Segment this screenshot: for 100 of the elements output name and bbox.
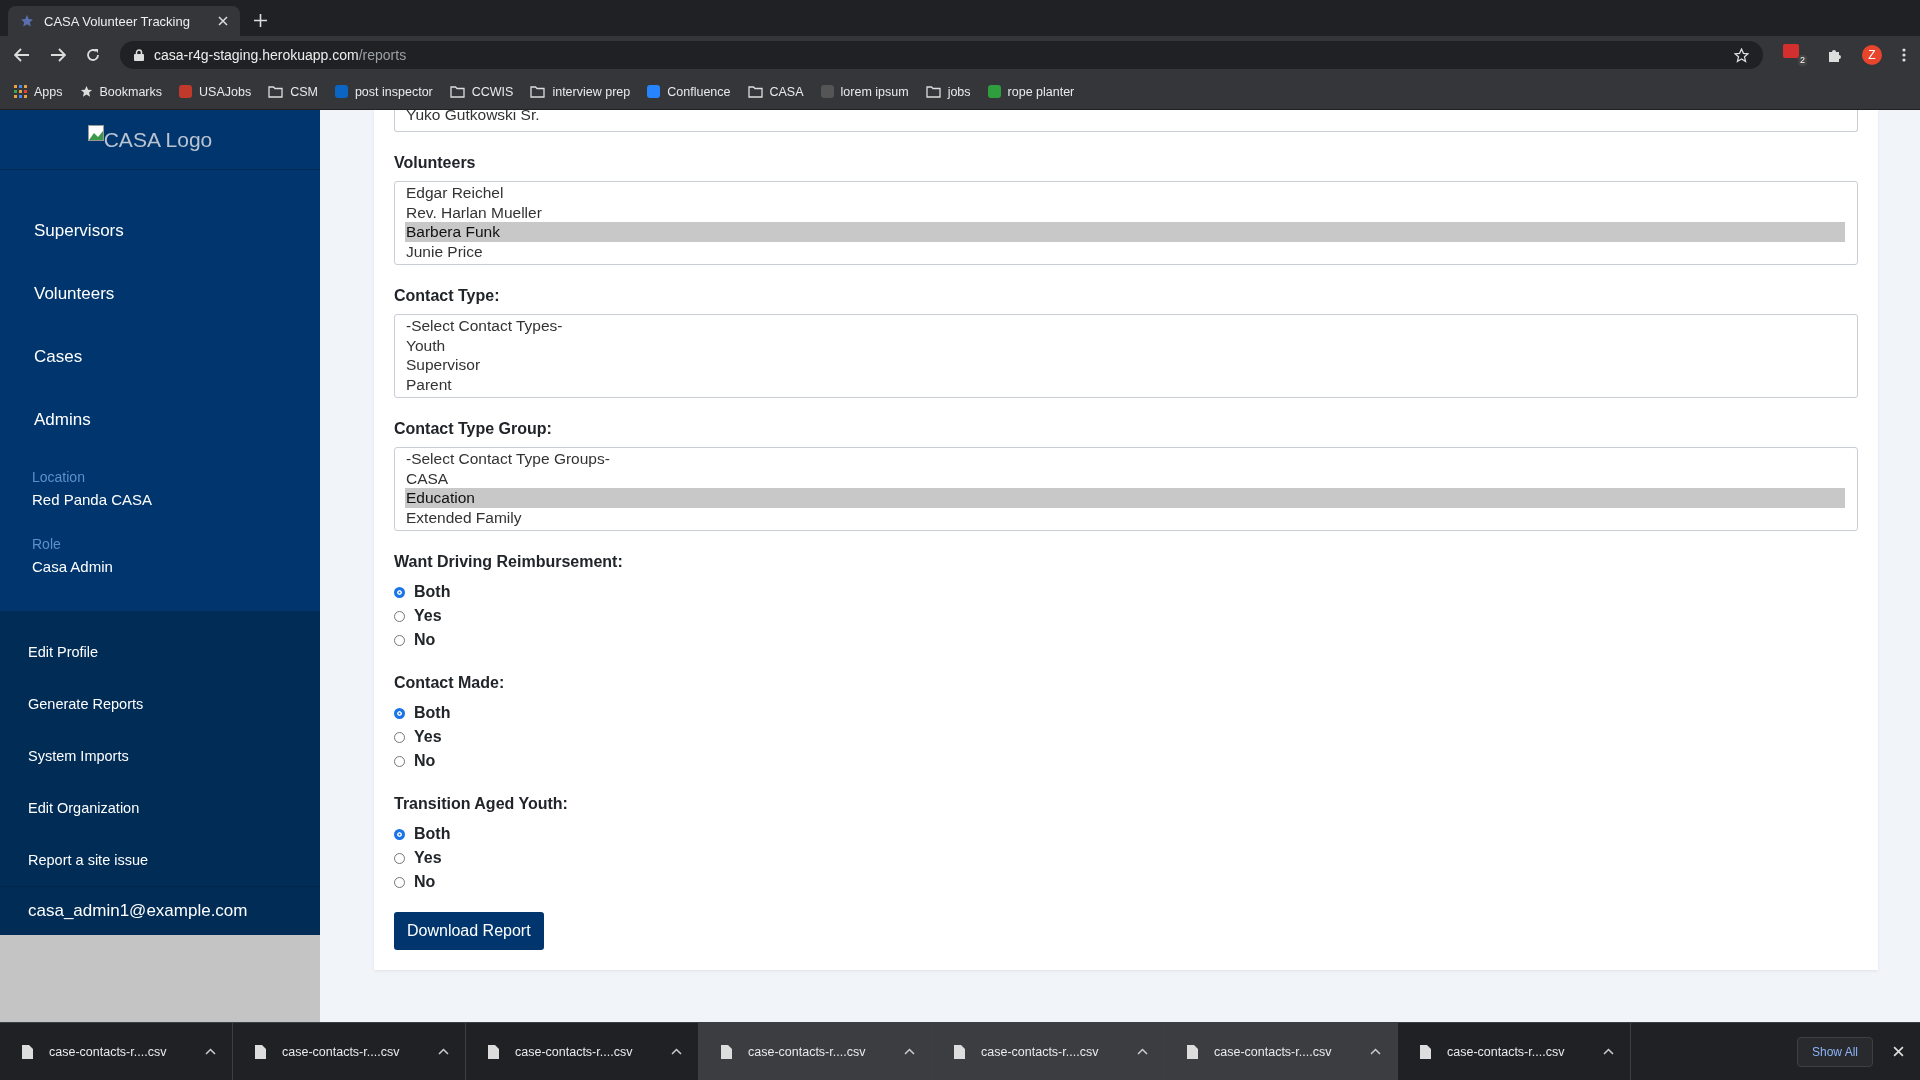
download-report-button[interactable]: Download Report	[394, 912, 544, 950]
list-option[interactable]: CASA	[405, 468, 1845, 488]
file-icon	[255, 1044, 266, 1059]
radio-button[interactable]	[394, 634, 405, 646]
forward-icon[interactable]	[50, 48, 66, 62]
caret-icon[interactable]	[438, 1048, 449, 1055]
radio-button[interactable]	[394, 707, 405, 719]
list-option[interactable]: Rev. Harlan Mueller	[405, 202, 1845, 222]
reload-icon[interactable]	[86, 48, 100, 62]
list-box[interactable]: Edgar Reichel Rev. Harlan Mueller Barbera Funk Junie Price	[394, 181, 1858, 265]
lock-icon	[134, 49, 144, 61]
extension-badge: 2	[1798, 55, 1807, 66]
field-label: Contact Type Group:	[394, 420, 553, 438]
radio-button[interactable]	[394, 731, 405, 743]
bookmark-item[interactable]: interview prep	[530, 84, 631, 99]
bookmark-item[interactable]: Bookmarks	[79, 84, 163, 99]
file-icon	[1187, 1044, 1198, 1059]
list-option[interactable]: Education	[405, 488, 1845, 508]
radio-label: Both	[414, 704, 451, 722]
sidebar-link[interactable]: Edit Organization	[0, 782, 320, 834]
download-item[interactable]: case-contacts-r....csv	[1165, 1023, 1398, 1080]
sidebar-link[interactable]: System Imports	[0, 730, 320, 782]
download-item[interactable]: case-contacts-r....csv	[233, 1023, 466, 1080]
radio-button[interactable]	[394, 828, 405, 840]
plus-icon[interactable]	[254, 14, 267, 27]
user-email: casa_admin1@example.com	[28, 901, 248, 921]
radio-label: No	[414, 873, 436, 891]
close-icon[interactable]	[218, 16, 228, 26]
list-box[interactable]: -Select Contact Types- Youth Supervisor Parent	[394, 314, 1858, 398]
bookmark-item[interactable]: CSM	[268, 84, 318, 99]
star-icon[interactable]	[1734, 47, 1749, 63]
radio-button[interactable]	[394, 852, 405, 864]
back-icon[interactable]	[14, 48, 30, 62]
folder-icon	[268, 85, 284, 98]
folder-icon	[747, 85, 763, 98]
bookmark-item[interactable]: jobs	[925, 84, 971, 99]
download-item[interactable]: case-contacts-r....csv	[699, 1023, 932, 1080]
field-label: Contact Made:	[394, 674, 506, 692]
star-icon	[79, 85, 93, 98]
info-value: Red Panda CASA	[32, 491, 154, 508]
bookmark-item[interactable]: lorem ipsum	[820, 84, 909, 99]
nav-link[interactable]: Supervisors	[34, 199, 320, 262]
nav-link[interactable]: Cases	[34, 325, 320, 388]
close-icon[interactable]	[1893, 1046, 1904, 1057]
download-item[interactable]: case-contacts-r....csv	[932, 1023, 1165, 1080]
radio-label: Both	[414, 583, 451, 601]
field-label: Volunteers	[394, 154, 477, 172]
list-option[interactable]: Parent	[405, 374, 1845, 394]
menu-icon[interactable]	[1902, 48, 1906, 62]
puzzle-icon[interactable]	[1827, 47, 1842, 63]
info-label: Location	[32, 469, 86, 485]
nav-link[interactable]: Admins	[34, 388, 320, 451]
profile-avatar[interactable]: Z	[1862, 45, 1882, 65]
sidebar-link[interactable]: Edit Profile	[0, 626, 320, 678]
list-option[interactable]: Barbera Funk	[405, 222, 1845, 242]
list-option[interactable]: Edgar Reichel	[405, 183, 1845, 203]
bookmark-item[interactable]: Apps	[14, 84, 63, 99]
caret-icon[interactable]	[1370, 1048, 1381, 1055]
bookmark-item[interactable]: CCWIS	[449, 84, 514, 99]
bookmark-item[interactable]: rope planter	[987, 84, 1075, 99]
radio-label: No	[414, 752, 436, 770]
address-field[interactable]: casa-r4g-staging.herokuapp.com/reports	[120, 41, 1763, 69]
list-option[interactable]: Youth	[405, 335, 1845, 355]
bookmark-item[interactable]: USAJobs	[179, 84, 252, 99]
browser-tab[interactable]: CASA Volunteer Tracking	[8, 6, 240, 36]
list-option[interactable]: Extended Family	[405, 507, 1845, 527]
radio-label: No	[414, 631, 436, 649]
radio-button[interactable]	[394, 755, 405, 767]
caret-icon[interactable]	[1137, 1048, 1148, 1055]
folder-icon	[449, 85, 465, 98]
caret-icon[interactable]	[671, 1048, 682, 1055]
caret-icon[interactable]	[205, 1048, 216, 1055]
download-item[interactable]: case-contacts-r....csv	[0, 1023, 233, 1080]
info-value: Casa Admin	[32, 558, 114, 575]
bookmark-item[interactable]: Confluence	[647, 84, 731, 99]
extension-button[interactable]: 2	[1783, 44, 1807, 66]
download-item[interactable]: case-contacts-r....csv	[1398, 1023, 1631, 1080]
file-icon	[488, 1044, 499, 1059]
list-option[interactable]: -Select Contact Types-	[405, 316, 1845, 336]
list-option[interactable]: Supervisor	[405, 355, 1845, 375]
radio-button[interactable]	[394, 586, 405, 598]
caret-icon[interactable]	[904, 1048, 915, 1055]
file-icon	[954, 1044, 965, 1059]
radio-button[interactable]	[394, 876, 405, 888]
file-icon	[721, 1044, 732, 1059]
sidebar-link[interactable]: Generate Reports	[0, 678, 320, 730]
radio-label: Yes	[414, 849, 442, 867]
bookmark-item[interactable]: post inspector	[334, 84, 433, 99]
nav-link[interactable]: Volunteers	[34, 262, 320, 325]
list-option[interactable]: -Select Contact Type Groups-	[405, 449, 1845, 469]
info-label: Role	[32, 536, 62, 552]
list-box[interactable]: -Select Contact Type Groups- CASA Education Extended Family	[394, 447, 1858, 531]
broken-logo-image: CASA Logo	[0, 110, 320, 170]
radio-button[interactable]	[394, 610, 405, 622]
list-option[interactable]: Junie Price	[405, 241, 1845, 261]
bookmark-item[interactable]: CASA	[747, 84, 804, 99]
caret-icon[interactable]	[1603, 1048, 1614, 1055]
file-icon	[22, 1044, 33, 1059]
sidebar-link[interactable]: Report a site issue	[0, 834, 320, 886]
show-all-button[interactable]: Show All	[1796, 1036, 1873, 1067]
